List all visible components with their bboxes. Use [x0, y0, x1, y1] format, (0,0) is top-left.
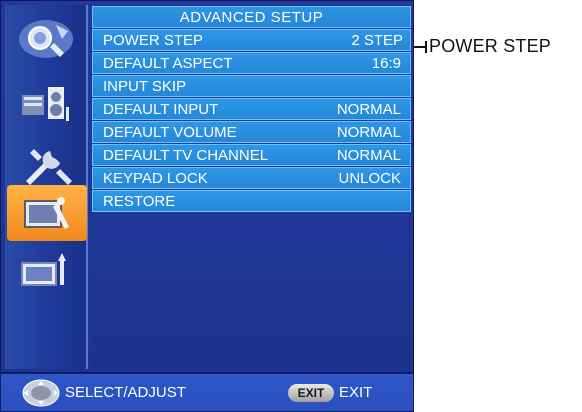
- select-adjust-hint: SELECT/ADJUST: [65, 384, 186, 401]
- setup-tools-icon: [26, 149, 72, 185]
- tv-antenna-icon: [21, 253, 66, 286]
- sidebar-item-picture[interactable]: [11, 13, 81, 65]
- osd-main-panel: ADVANCED SETUP POWER STEP 2 STEP DEFAULT…: [0, 0, 414, 373]
- exit-hint: EXIT: [339, 384, 373, 401]
- menu-item-label: RESTORE: [103, 193, 176, 210]
- menu-item-label: POWER STEP: [103, 32, 204, 49]
- osd-menu: ADVANCED SETUP POWER STEP 2 STEP DEFAULT…: [0, 0, 414, 412]
- exit-key-icon[interactable]: EXIT: [288, 384, 334, 402]
- settings-menu: ADVANCED SETUP POWER STEP 2 STEP DEFAULT…: [92, 6, 411, 212]
- menu-item-default-volume[interactable]: DEFAULT VOLUME NORMAL: [92, 121, 411, 143]
- sidebar: [5, 5, 88, 369]
- picture-icon: [19, 20, 73, 58]
- menu-item-restore[interactable]: RESTORE: [92, 190, 411, 212]
- menu-item-value: UNLOCK: [338, 170, 401, 187]
- callout-label: POWER STEP: [429, 36, 552, 56]
- menu-empty-area: [92, 233, 411, 369]
- menu-item-label: INPUT SKIP: [103, 78, 187, 95]
- sidebar-item-advanced-setup[interactable]: [7, 185, 87, 241]
- audio-icon: [22, 87, 69, 121]
- menu-item-label: KEYPAD LOCK: [103, 170, 208, 187]
- menu-item-value: 2 STEP: [351, 32, 403, 49]
- menu-item-input-skip[interactable]: INPUT SKIP: [92, 75, 411, 97]
- sidebar-item-tv[interactable]: [11, 245, 81, 297]
- menu-item-label: DEFAULT ASPECT: [103, 55, 233, 72]
- menu-item-label: DEFAULT INPUT: [103, 101, 219, 118]
- menu-item-value: NORMAL: [336, 147, 401, 164]
- menu-item-value: NORMAL: [336, 124, 401, 141]
- menu-item-default-input[interactable]: DEFAULT INPUT NORMAL: [92, 98, 411, 120]
- joystick-icon: [22, 379, 60, 407]
- advanced-setup-icon: [24, 197, 69, 229]
- menu-item-label: DEFAULT VOLUME: [103, 124, 237, 141]
- footer-bar: SELECT/ADJUST EXIT EXIT: [0, 373, 414, 412]
- menu-item-label: DEFAULT TV CHANNEL: [103, 147, 269, 164]
- menu-title: ADVANCED SETUP: [92, 6, 411, 28]
- menu-item-value: 16:9: [371, 55, 401, 72]
- menu-item-default-aspect[interactable]: DEFAULT ASPECT 16:9: [92, 52, 411, 74]
- menu-item-default-tv-channel[interactable]: DEFAULT TV CHANNEL NORMAL: [92, 144, 411, 166]
- menu-item-value: NORMAL: [336, 101, 401, 118]
- menu-item-power-step[interactable]: POWER STEP 2 STEP: [92, 29, 411, 51]
- sidebar-item-setup[interactable]: [11, 139, 81, 191]
- menu-item-keypad-lock[interactable]: KEYPAD LOCK UNLOCK: [92, 167, 411, 189]
- callout-tick: [425, 41, 427, 53]
- sidebar-item-audio[interactable]: [11, 77, 81, 129]
